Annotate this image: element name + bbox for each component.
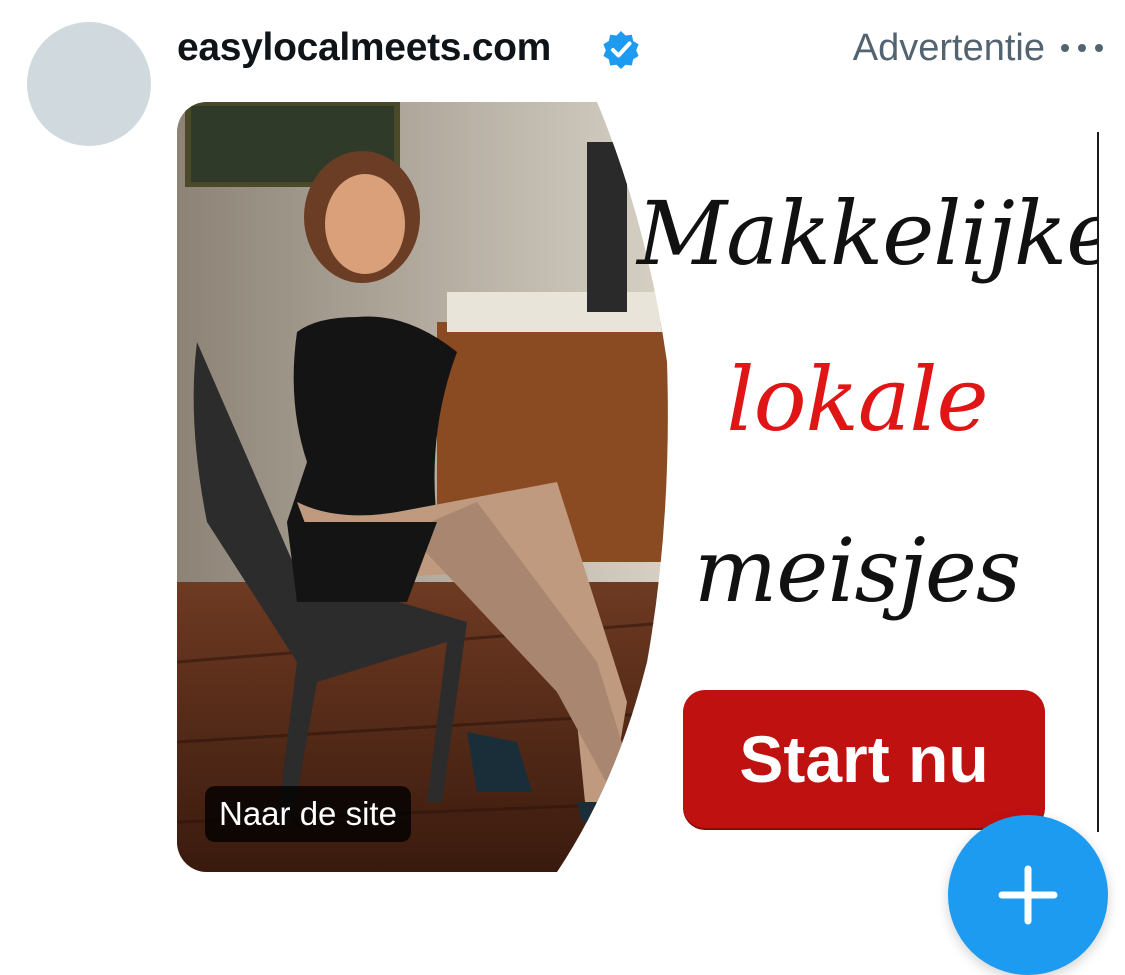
more-options-icon[interactable] bbox=[1059, 34, 1105, 62]
ad-media-card[interactable]: Makkelijke lokale meisjes Start nu Naar … bbox=[177, 102, 1099, 872]
ad-card-divider bbox=[1097, 132, 1099, 832]
ad-headline-line-1: Makkelijke bbox=[637, 182, 1099, 285]
ad-headline-line-2: lokale bbox=[726, 348, 988, 451]
ad-headline-line-3: meisjes bbox=[693, 519, 1021, 622]
avatar[interactable] bbox=[27, 22, 151, 146]
post-header: easylocalmeets.com Advertentie bbox=[177, 22, 1105, 74]
advertisement-label: Advertentie bbox=[852, 27, 1045, 69]
verified-badge-icon bbox=[601, 29, 641, 69]
account-name[interactable]: easylocalmeets.com bbox=[177, 26, 551, 70]
plus-icon bbox=[998, 865, 1058, 925]
visit-site-link[interactable]: Naar de site bbox=[205, 786, 411, 842]
start-now-button[interactable]: Start nu bbox=[683, 690, 1045, 828]
compose-button[interactable] bbox=[948, 815, 1108, 975]
